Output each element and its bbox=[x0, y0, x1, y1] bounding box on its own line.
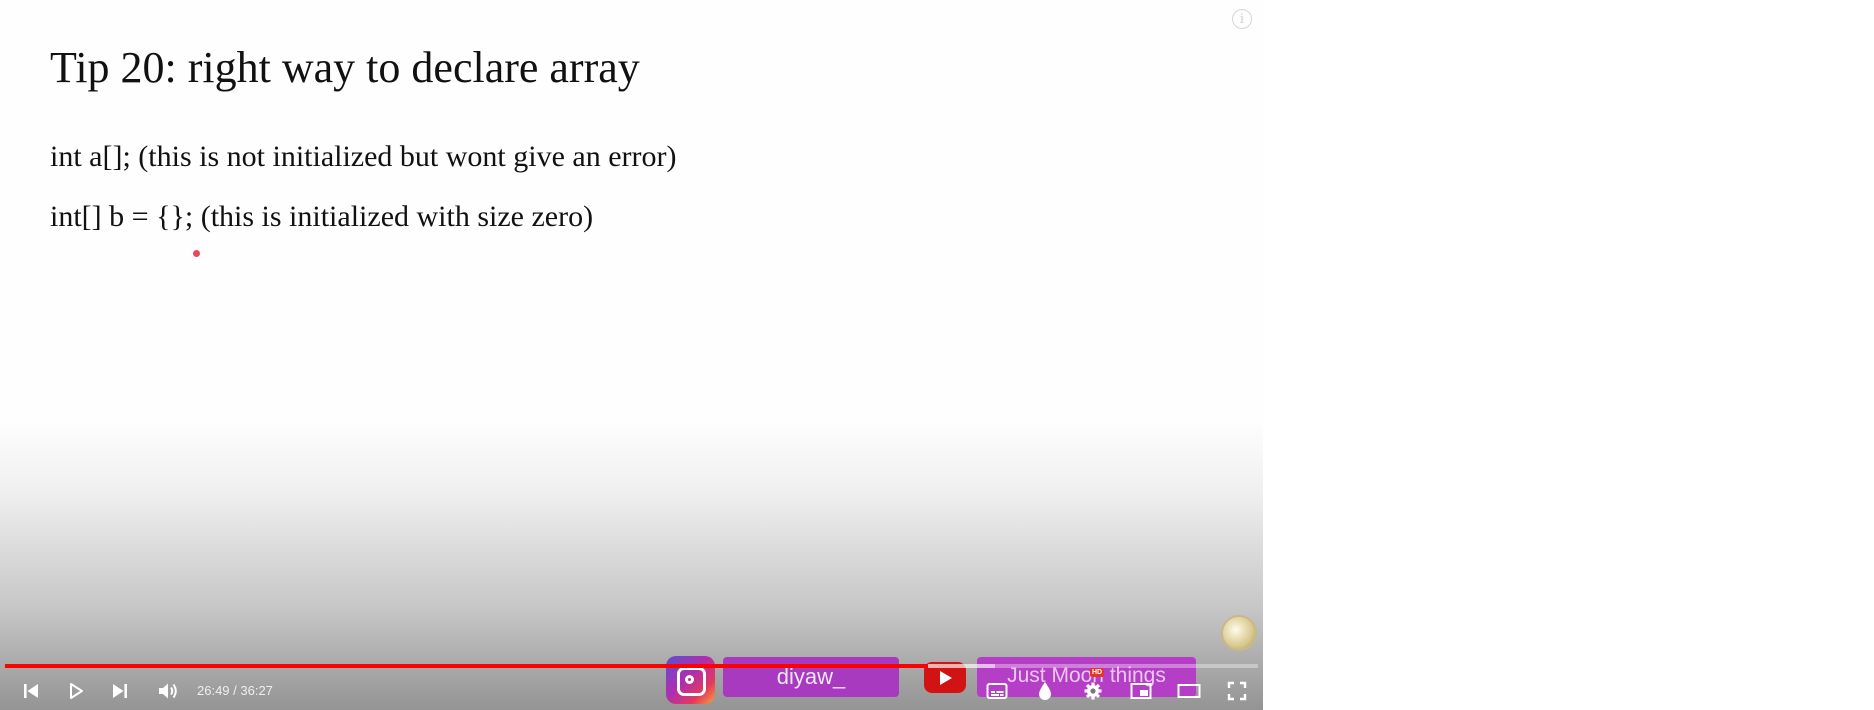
video-player[interactable]: Tip 20: right way to declare array int a… bbox=[0, 0, 1263, 710]
fullscreen-icon bbox=[1227, 681, 1247, 701]
theater-mode-icon bbox=[1177, 684, 1201, 698]
slide-title: Tip 20: right way to declare array bbox=[50, 43, 640, 92]
settings-icon bbox=[1084, 682, 1102, 700]
time-display: 26:49 / 36:27 bbox=[197, 683, 273, 698]
play-icon bbox=[70, 683, 83, 699]
previous-icon bbox=[24, 684, 38, 698]
next-button[interactable] bbox=[107, 672, 133, 710]
miniplayer-button[interactable] bbox=[1127, 672, 1155, 710]
channel-watermark[interactable] bbox=[1221, 615, 1257, 651]
theater-mode-button[interactable] bbox=[1174, 672, 1204, 710]
hd-badge: HD bbox=[1090, 668, 1105, 677]
subtitles-icon bbox=[986, 683, 1008, 699]
volume-button[interactable] bbox=[154, 672, 182, 710]
pointer-dot bbox=[193, 250, 200, 257]
slide-line-1: int a[]; (this is not initialized but wo… bbox=[50, 140, 677, 173]
play-button[interactable] bbox=[63, 672, 89, 710]
info-icon[interactable]: i bbox=[1232, 9, 1252, 29]
drop-button[interactable] bbox=[1032, 672, 1058, 710]
progress-bar[interactable] bbox=[5, 664, 1258, 668]
progress-played bbox=[5, 664, 929, 668]
previous-button[interactable] bbox=[18, 672, 44, 710]
player-controls: 26:49 / 36:27 HD bbox=[0, 668, 1263, 710]
subtitles-button[interactable] bbox=[983, 672, 1011, 710]
settings-button[interactable]: HD bbox=[1080, 668, 1106, 710]
next-icon bbox=[113, 684, 127, 698]
volume-icon bbox=[159, 683, 177, 699]
drop-icon bbox=[1039, 682, 1051, 700]
slide-line-2: int[] b = {}; (this is initialized with … bbox=[50, 200, 594, 233]
fullscreen-button[interactable] bbox=[1223, 672, 1251, 710]
miniplayer-icon bbox=[1130, 683, 1152, 699]
